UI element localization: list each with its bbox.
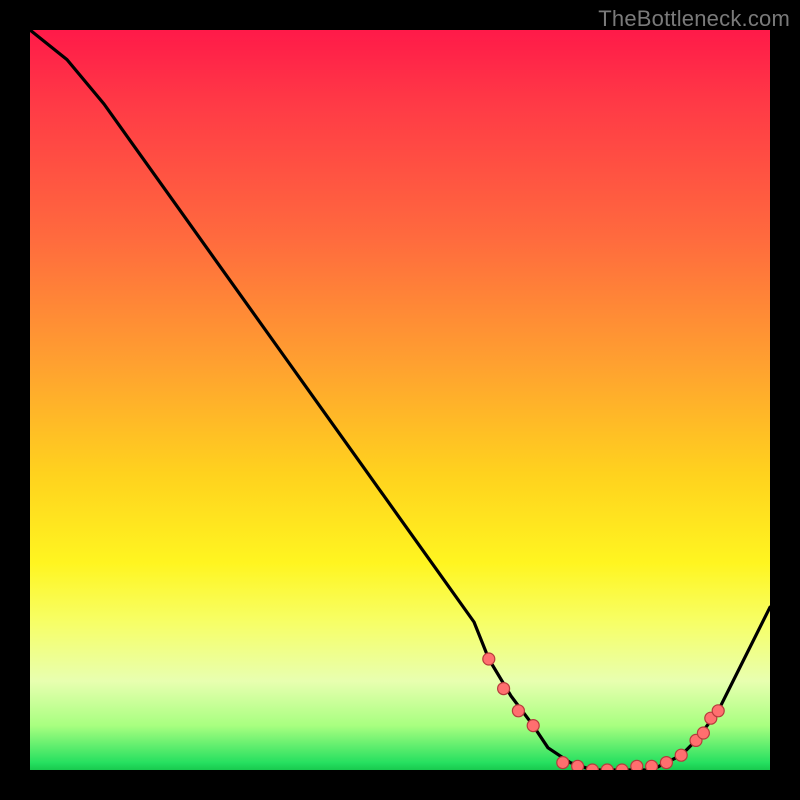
plot-area — [30, 30, 770, 770]
curve-marker — [712, 705, 724, 717]
curve-marker — [557, 757, 569, 769]
curve-marker — [498, 683, 510, 695]
curve-markers — [483, 653, 724, 770]
bottleneck-curve-path — [30, 30, 770, 770]
curve-marker — [631, 760, 643, 770]
curve-marker — [675, 749, 687, 761]
curve-marker — [601, 764, 613, 770]
curve-marker — [660, 757, 672, 769]
curve-marker — [646, 760, 658, 770]
curve-marker — [512, 705, 524, 717]
curve-marker — [527, 720, 539, 732]
curve-marker — [697, 727, 709, 739]
curve-marker — [586, 764, 598, 770]
curve-marker — [483, 653, 495, 665]
curve-marker — [572, 760, 584, 770]
chart-frame: TheBottleneck.com — [0, 0, 800, 800]
watermark-text: TheBottleneck.com — [598, 6, 790, 32]
bottleneck-curve-svg — [30, 30, 770, 770]
curve-marker — [616, 764, 628, 770]
